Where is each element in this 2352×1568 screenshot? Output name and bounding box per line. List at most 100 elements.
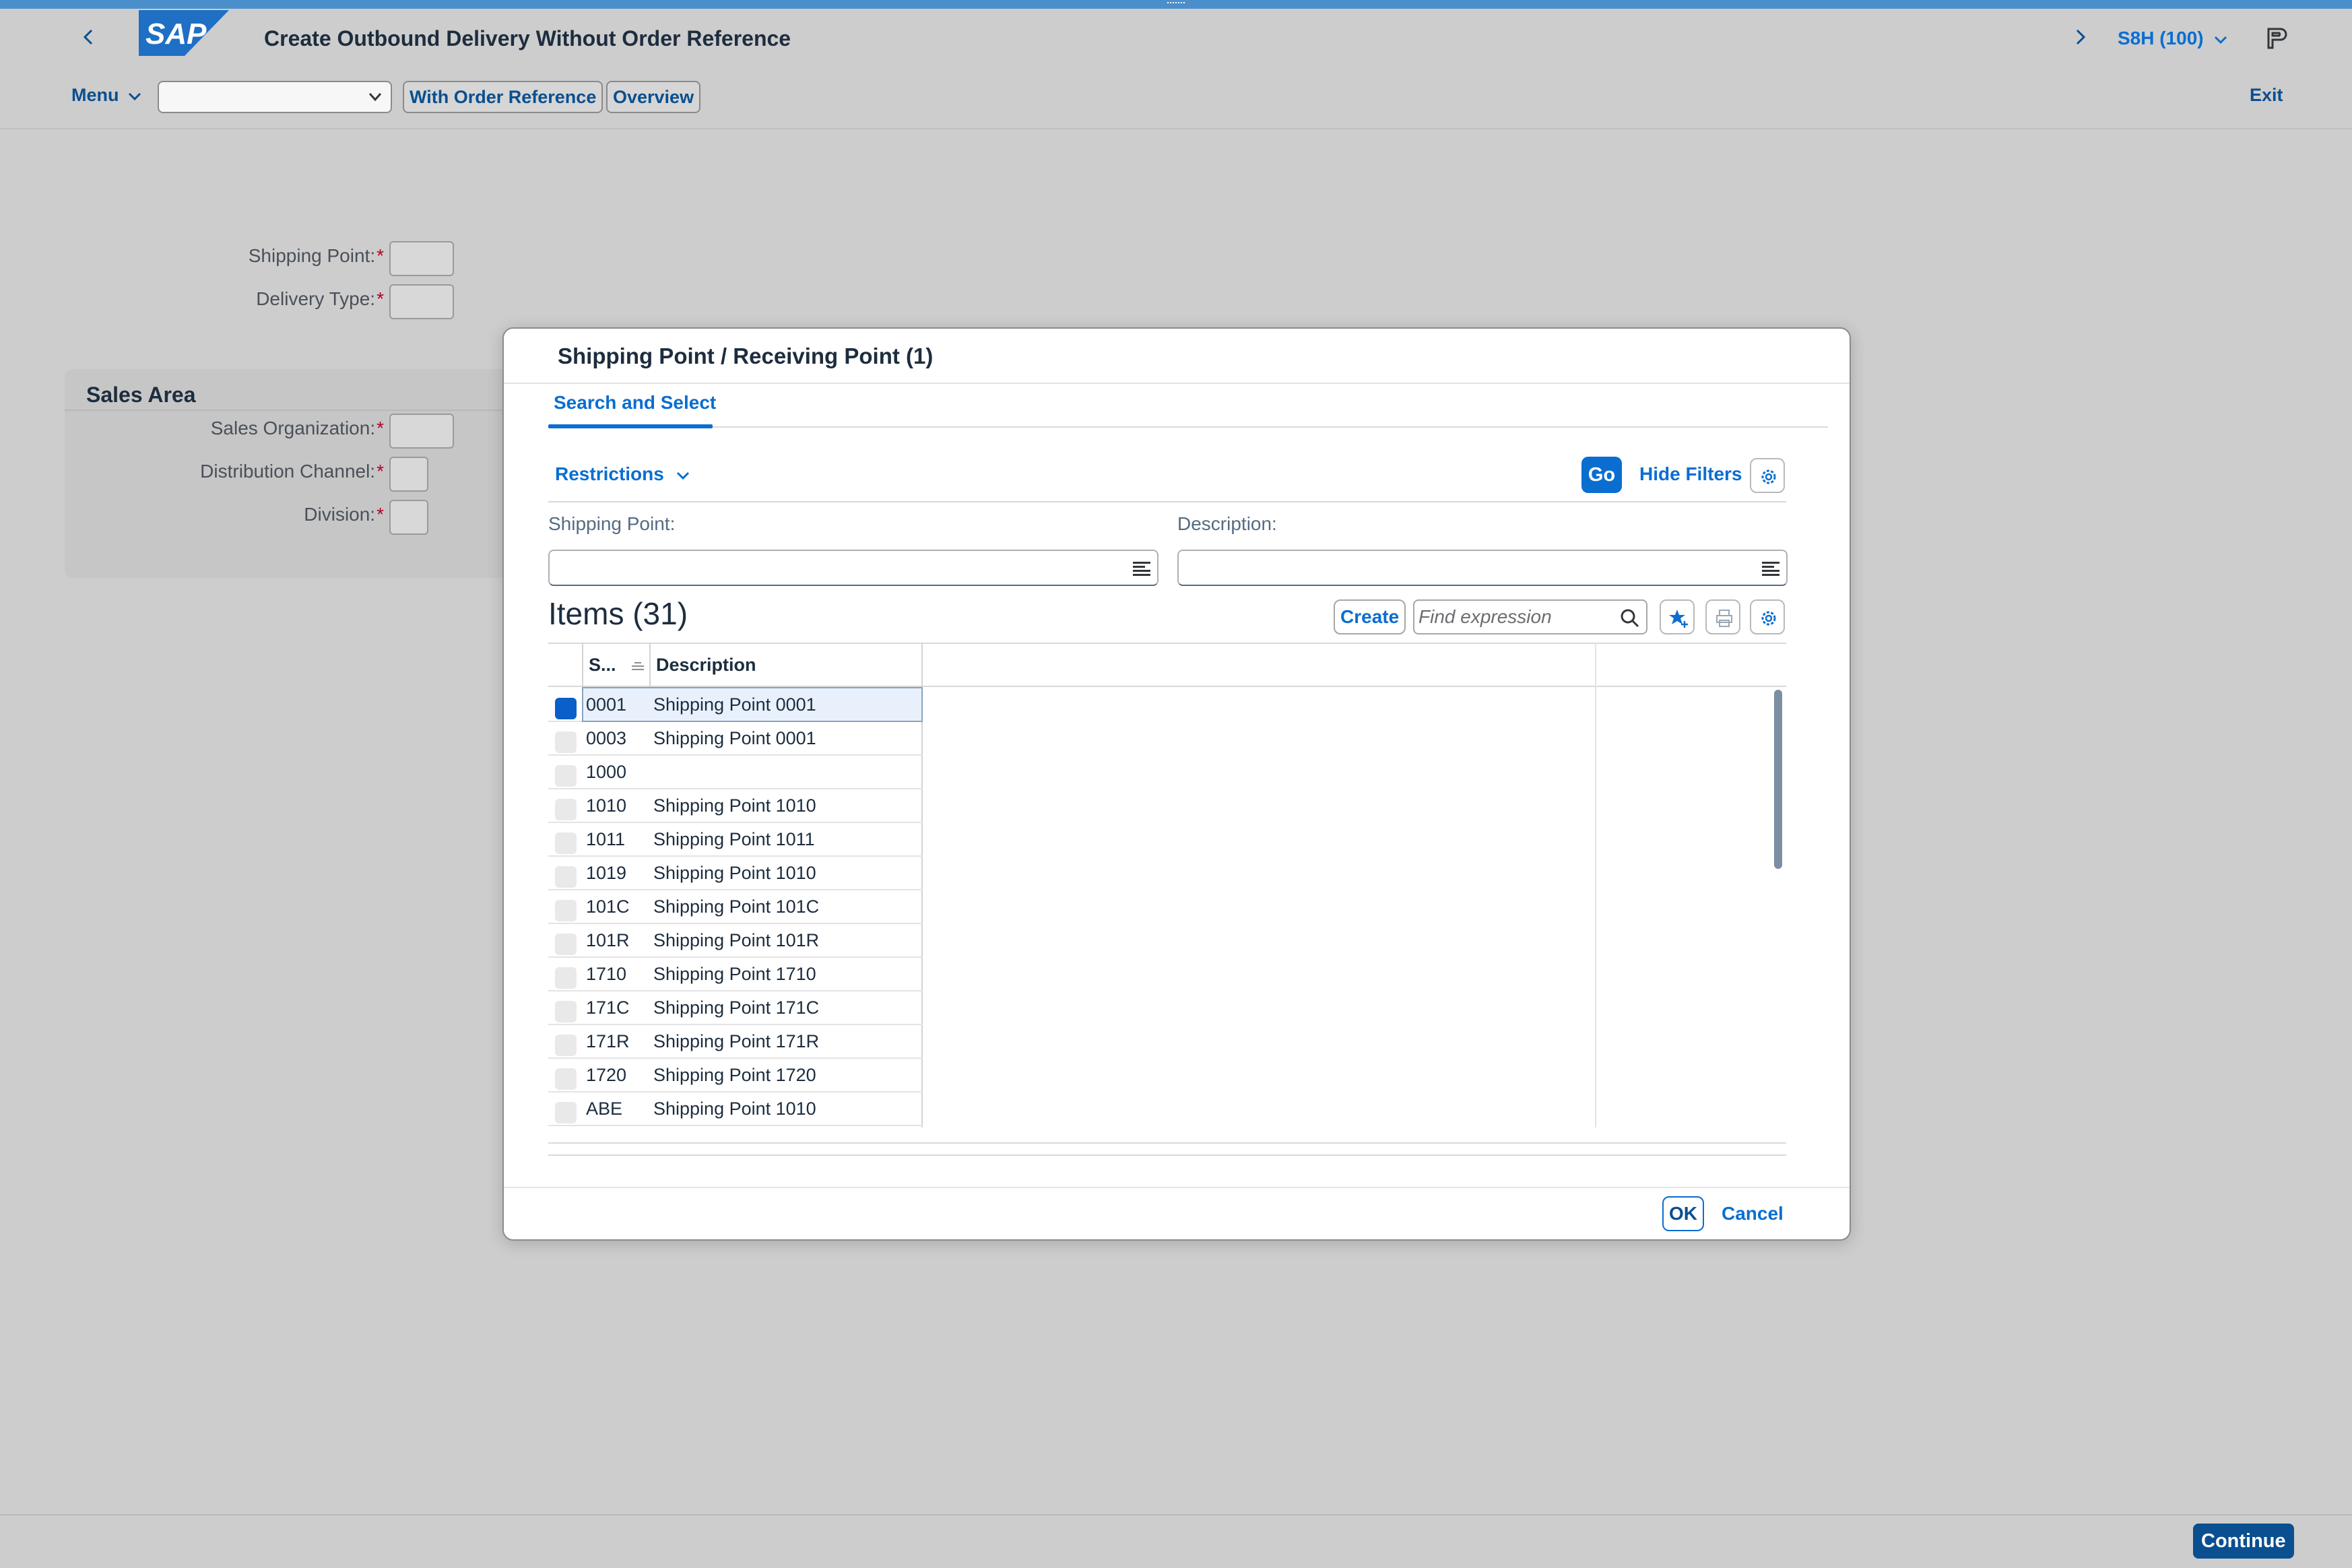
filter-shipping-point-input[interactable] [548, 550, 1158, 586]
chevron-down-icon [676, 471, 689, 480]
cell-description: Shipping Point 1710 [653, 964, 816, 984]
create-button[interactable]: Create [1334, 599, 1406, 634]
column-divider [582, 643, 583, 687]
column-header-description[interactable]: Description [649, 644, 919, 687]
with-order-reference-button[interactable]: With Order Reference [403, 81, 603, 113]
table-row[interactable]: 171R Shipping Point 171R [548, 1025, 923, 1059]
table-row[interactable]: 101C Shipping Point 101C [548, 890, 923, 924]
cell-shipping-point: 101R [586, 930, 630, 950]
chevron-down-icon [368, 93, 382, 102]
cell-shipping-point: 0001 [586, 694, 627, 715]
cell-shipping-point: 0003 [586, 728, 627, 748]
table-row[interactable]: 101R Shipping Point 101R [548, 924, 923, 958]
sort-icon [632, 661, 645, 670]
row-selector[interactable] [555, 866, 577, 888]
back-button[interactable] [75, 24, 102, 51]
cell-description: Shipping Point 1720 [653, 1065, 816, 1085]
table-row[interactable]: 1011 Shipping Point 1011 [548, 823, 923, 857]
cell-shipping-point: 171R [586, 1031, 630, 1051]
row-selector[interactable] [555, 832, 577, 854]
row-selector[interactable] [555, 1102, 577, 1123]
restrictions-toggle[interactable]: Restrictions [555, 463, 690, 485]
table-row[interactable]: 0001 Shipping Point 0001 [548, 687, 923, 722]
row-selector[interactable] [555, 1001, 577, 1022]
svg-text:SAP: SAP [145, 18, 207, 51]
toolbar: Menu With Order Reference Overview Exit [0, 74, 2352, 117]
division-label: Division:* [304, 504, 384, 525]
filter-description-label: Description: [1177, 513, 1277, 534]
overview-button[interactable]: Overview [606, 81, 701, 113]
resize-grip[interactable] [1167, 2, 1185, 5]
distribution-channel-field[interactable] [389, 457, 428, 492]
table-settings-button[interactable] [1750, 599, 1785, 634]
row-selector[interactable] [555, 934, 577, 955]
cell-description: Shipping Point 171R [653, 1031, 820, 1051]
hide-filters-button[interactable]: Hide Filters [1639, 463, 1742, 485]
row-selector[interactable] [555, 1068, 577, 1090]
sales-organization-field[interactable] [389, 414, 454, 449]
personalize-button[interactable] [1660, 599, 1695, 634]
system-selector[interactable]: S8H (100) [2118, 28, 2227, 49]
value-help-icon[interactable] [1130, 558, 1153, 581]
search-icon[interactable] [1619, 608, 1641, 629]
print-button[interactable] [1705, 599, 1740, 634]
row-selector[interactable] [555, 698, 577, 719]
table-row[interactable]: 171C Shipping Point 171C [548, 991, 923, 1025]
filter-description-input[interactable] [1177, 550, 1788, 586]
table-row[interactable]: 1710 Shipping Point 1710 [548, 958, 923, 991]
cell-shipping-point: 101C [586, 896, 630, 917]
row-selector[interactable] [555, 1035, 577, 1056]
cell-description: Shipping Point 0001 [653, 728, 816, 748]
table-header-row: S... Description [548, 643, 1786, 687]
forward-button[interactable] [2066, 24, 2093, 51]
row-selector[interactable] [555, 765, 577, 787]
cell-shipping-point: 1000 [586, 762, 627, 782]
table-row[interactable]: ABE Shipping Point 1010 [548, 1092, 923, 1126]
transaction-select[interactable] [158, 81, 392, 113]
required-marker: * [377, 288, 384, 309]
filter-settings-button[interactable] [1750, 458, 1785, 493]
row-selector[interactable] [555, 967, 577, 989]
required-marker: * [377, 504, 384, 525]
cell-shipping-point: 1019 [586, 863, 627, 883]
table-scrollbar[interactable] [1774, 690, 1782, 869]
row-selector[interactable] [555, 900, 577, 921]
find-expression-input[interactable]: Find expression [1413, 599, 1647, 634]
cell-description: Shipping Point 1010 [653, 863, 816, 883]
cell-shipping-point: 1011 [586, 829, 626, 849]
table-row[interactable]: 1010 Shipping Point 1010 [548, 789, 923, 823]
menu-button[interactable]: Menu [71, 85, 141, 106]
required-marker: * [377, 418, 384, 438]
print-icon [1716, 610, 1732, 627]
column-header-shipping-point[interactable]: S... [582, 644, 649, 687]
sales-area-divider [65, 410, 536, 411]
table-row[interactable]: 1000 [548, 756, 923, 789]
row-selector[interactable] [555, 799, 577, 820]
row-selector[interactable] [555, 731, 577, 753]
ok-button[interactable]: OK [1662, 1196, 1704, 1231]
continue-button[interactable]: Continue [2193, 1524, 2294, 1559]
cell-description: Shipping Point 1011 [653, 829, 815, 849]
profile-button[interactable] [2264, 26, 2289, 51]
app-title: Create Outbound Delivery Without Order R… [264, 26, 791, 51]
cell-description: Shipping Point 0001 [653, 694, 816, 715]
sap-logo[interactable]: SAP [139, 10, 229, 59]
cancel-button[interactable]: Cancel [1722, 1203, 1784, 1224]
go-button[interactable]: Go [1581, 457, 1622, 493]
table-row[interactable]: 1019 Shipping Point 1010 [548, 857, 923, 890]
column-header-label: S... [589, 655, 616, 675]
delivery-type-field[interactable] [389, 284, 454, 319]
tab-search-and-select[interactable]: Search and Select [548, 392, 721, 414]
exit-button[interactable]: Exit [2250, 85, 2283, 106]
cell-description: Shipping Point 171C [653, 998, 820, 1018]
horizontal-scrollbar[interactable] [548, 1144, 1786, 1156]
table-row[interactable]: 1720 Shipping Point 1720 [548, 1059, 923, 1092]
division-field[interactable] [389, 500, 428, 535]
cell-shipping-point: 1720 [586, 1065, 627, 1085]
gear-icon [1761, 469, 1776, 484]
distribution-channel-label: Distribution Channel:* [200, 461, 384, 482]
value-help-icon[interactable] [1759, 558, 1782, 581]
header-divider [0, 128, 2352, 129]
table-row[interactable]: 0003 Shipping Point 0001 [548, 722, 923, 756]
shipping-point-field[interactable] [389, 241, 454, 276]
